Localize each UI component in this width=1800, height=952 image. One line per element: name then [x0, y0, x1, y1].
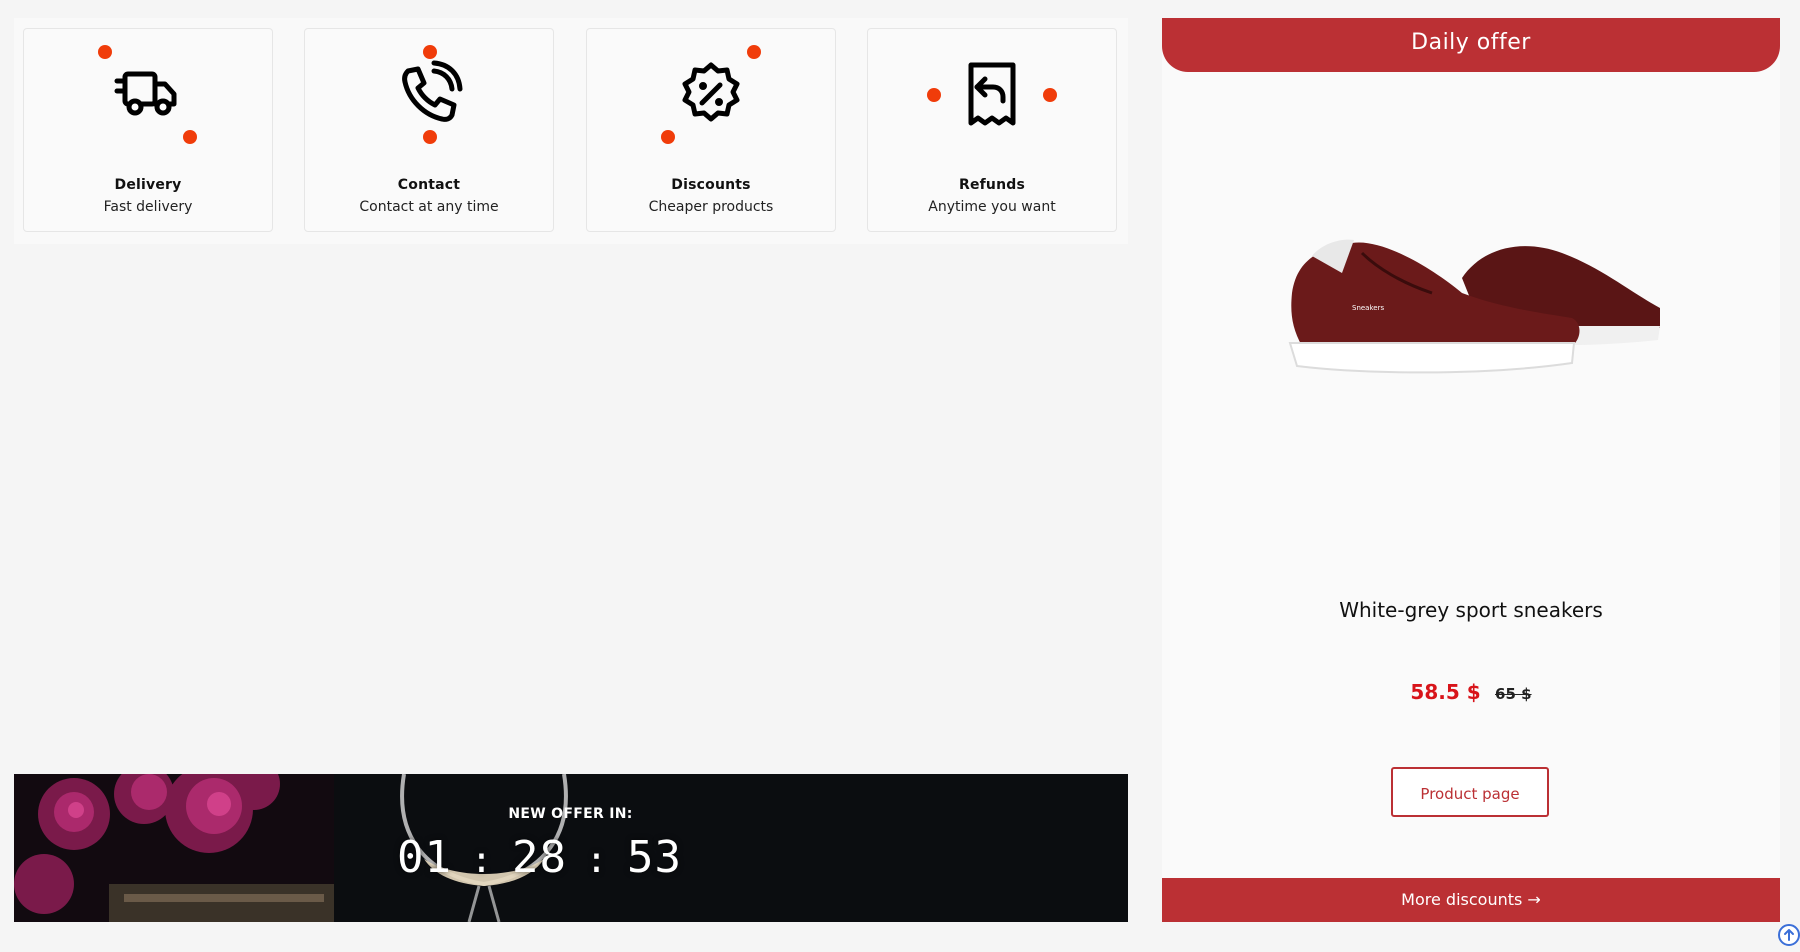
page: Delivery Fast delivery Contact Contact a… — [0, 0, 1800, 952]
countdown-banner: NEW OFFER IN: 01:28:53 — [14, 774, 1128, 922]
countdown-seconds: 53 — [626, 832, 682, 883]
product-image[interactable]: Sneakers — [1282, 198, 1662, 438]
decor-dot — [183, 130, 197, 144]
countdown-separator: : — [585, 840, 609, 881]
truck-icon — [113, 59, 183, 129]
features-section: Delivery Fast delivery Contact Contact a… — [14, 18, 1128, 244]
discount-badge-icon — [676, 59, 746, 129]
feature-subtitle: Fast delivery — [103, 199, 193, 215]
decor-dot — [747, 45, 761, 59]
more-discounts-button[interactable]: More discounts → — [1162, 878, 1780, 922]
feature-card-contact: Contact Contact at any time — [304, 28, 554, 232]
feature-title: Contact — [397, 177, 461, 193]
countdown-hours: 01 — [397, 832, 452, 883]
feature-title: Discounts — [671, 177, 751, 193]
feature-title: Refunds — [958, 177, 1026, 193]
feature-card-discounts: Discounts Cheaper products — [586, 28, 836, 232]
product-price: 58.5 $ 65 $ — [1162, 680, 1780, 704]
svg-text:Sneakers: Sneakers — [1352, 304, 1384, 312]
countdown-minutes: 28 — [511, 832, 567, 883]
product-title: White-grey sport sneakers — [1339, 598, 1603, 622]
daily-offer-header: Daily offer — [1162, 18, 1780, 72]
flowers-image — [14, 774, 334, 922]
product-page-button[interactable]: Product page — [1391, 767, 1549, 817]
countdown-timer: 01:28:53 — [397, 832, 777, 883]
receipt-refund-icon — [957, 59, 1027, 129]
daily-offer-card: Daily offer Sneakers White-grey sport sn… — [1162, 18, 1780, 922]
decor-dot — [1043, 88, 1057, 102]
feature-title: Delivery — [114, 177, 182, 193]
decor-dot — [927, 88, 941, 102]
countdown-label: NEW OFFER IN: — [14, 806, 1128, 822]
price-original: 65 $ — [1495, 685, 1532, 703]
price-current: 58.5 $ — [1410, 680, 1481, 704]
feature-card-delivery: Delivery Fast delivery — [23, 28, 273, 232]
countdown-separator: : — [470, 840, 494, 881]
feature-subtitle: Anytime you want — [928, 199, 1056, 215]
decor-dot — [98, 45, 112, 59]
decor-dot — [661, 130, 675, 144]
feature-subtitle: Cheaper products — [648, 199, 774, 215]
phone-call-icon — [394, 59, 464, 129]
decor-dot — [423, 45, 437, 59]
scroll-to-top-icon[interactable] — [1776, 922, 1800, 946]
decor-dot — [423, 130, 437, 144]
feature-card-refunds: Refunds Anytime you want — [867, 28, 1117, 232]
feature-subtitle: Contact at any time — [359, 199, 499, 215]
countdown-label-text: NEW OFFER IN: — [508, 806, 633, 822]
